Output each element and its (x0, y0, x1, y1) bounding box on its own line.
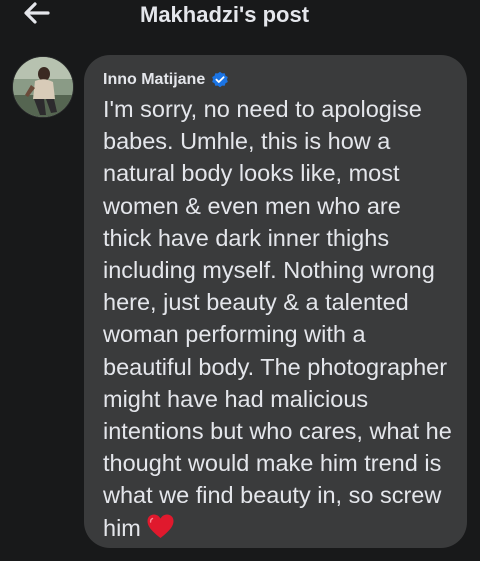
comment-text: I'm sorry, no need to apologise babes. U… (103, 93, 453, 544)
comment-bubble: Inno Matijane I'm sorry, no need to apol… (84, 55, 467, 548)
arrow-left-icon (24, 2, 50, 24)
comment-author[interactable]: Inno Matijane (103, 71, 205, 89)
red-heart-icon (147, 514, 174, 538)
verified-badge-icon (212, 71, 229, 88)
page-title: Makhadzi's post (140, 2, 310, 27)
top-bar: Makhadzi's post (0, 0, 480, 34)
comment-body: I'm sorry, no need to apologise babes. U… (103, 96, 459, 541)
user-avatar (13, 57, 73, 117)
avatar[interactable] (12, 56, 74, 118)
comment-header: Inno Matijane (103, 69, 453, 91)
back-button[interactable] (20, 0, 54, 26)
